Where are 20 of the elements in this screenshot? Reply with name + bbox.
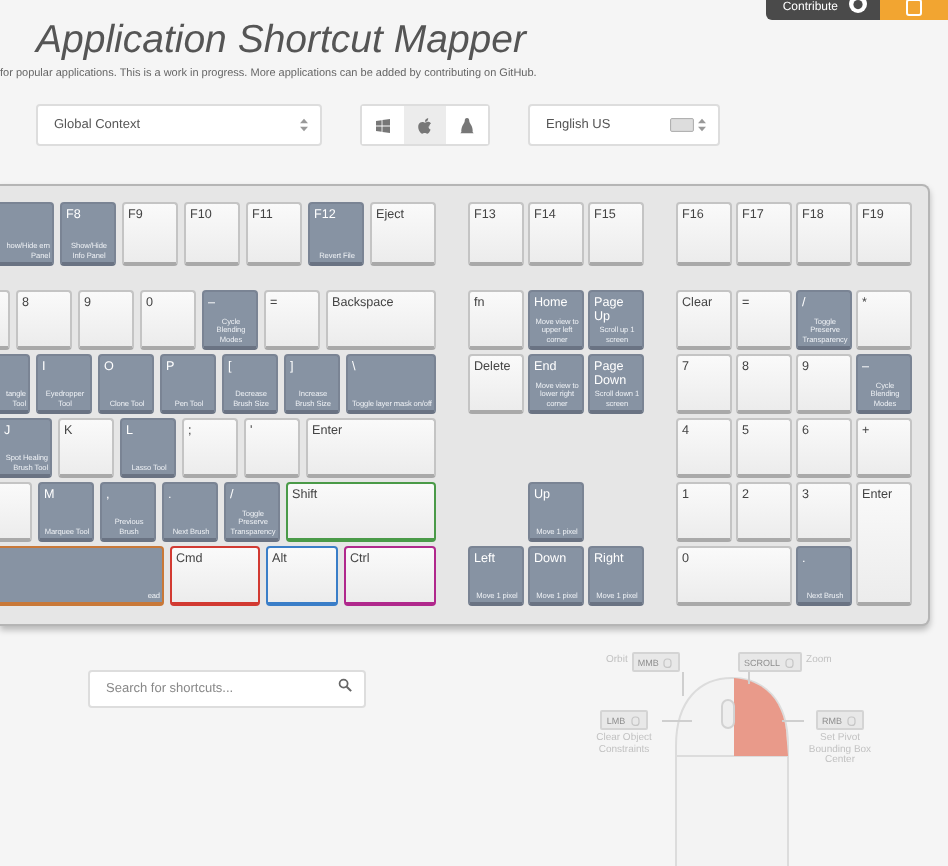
penguin-icon <box>460 117 474 133</box>
github-icon <box>848 0 868 14</box>
apple-icon <box>418 117 432 133</box>
keyboard-key[interactable] <box>0 290 10 350</box>
mouse-icon <box>784 657 797 667</box>
keyboard-icon <box>670 118 694 132</box>
page-title: Application Shortcut Mapper <box>36 16 530 64</box>
windows-icon <box>376 117 390 133</box>
mouse-icon <box>629 715 642 725</box>
keyboard-key[interactable] <box>0 482 32 542</box>
search-icon <box>338 678 352 692</box>
bag-icon <box>904 0 924 16</box>
updown-icon <box>300 118 308 132</box>
leader-line <box>662 720 692 722</box>
leader-line <box>682 672 684 696</box>
os-toggle[interactable] <box>404 106 446 144</box>
updown-icon <box>698 118 706 132</box>
mouse-icon <box>846 715 858 725</box>
mouse-icon <box>662 657 675 667</box>
leader-line <box>782 720 804 722</box>
